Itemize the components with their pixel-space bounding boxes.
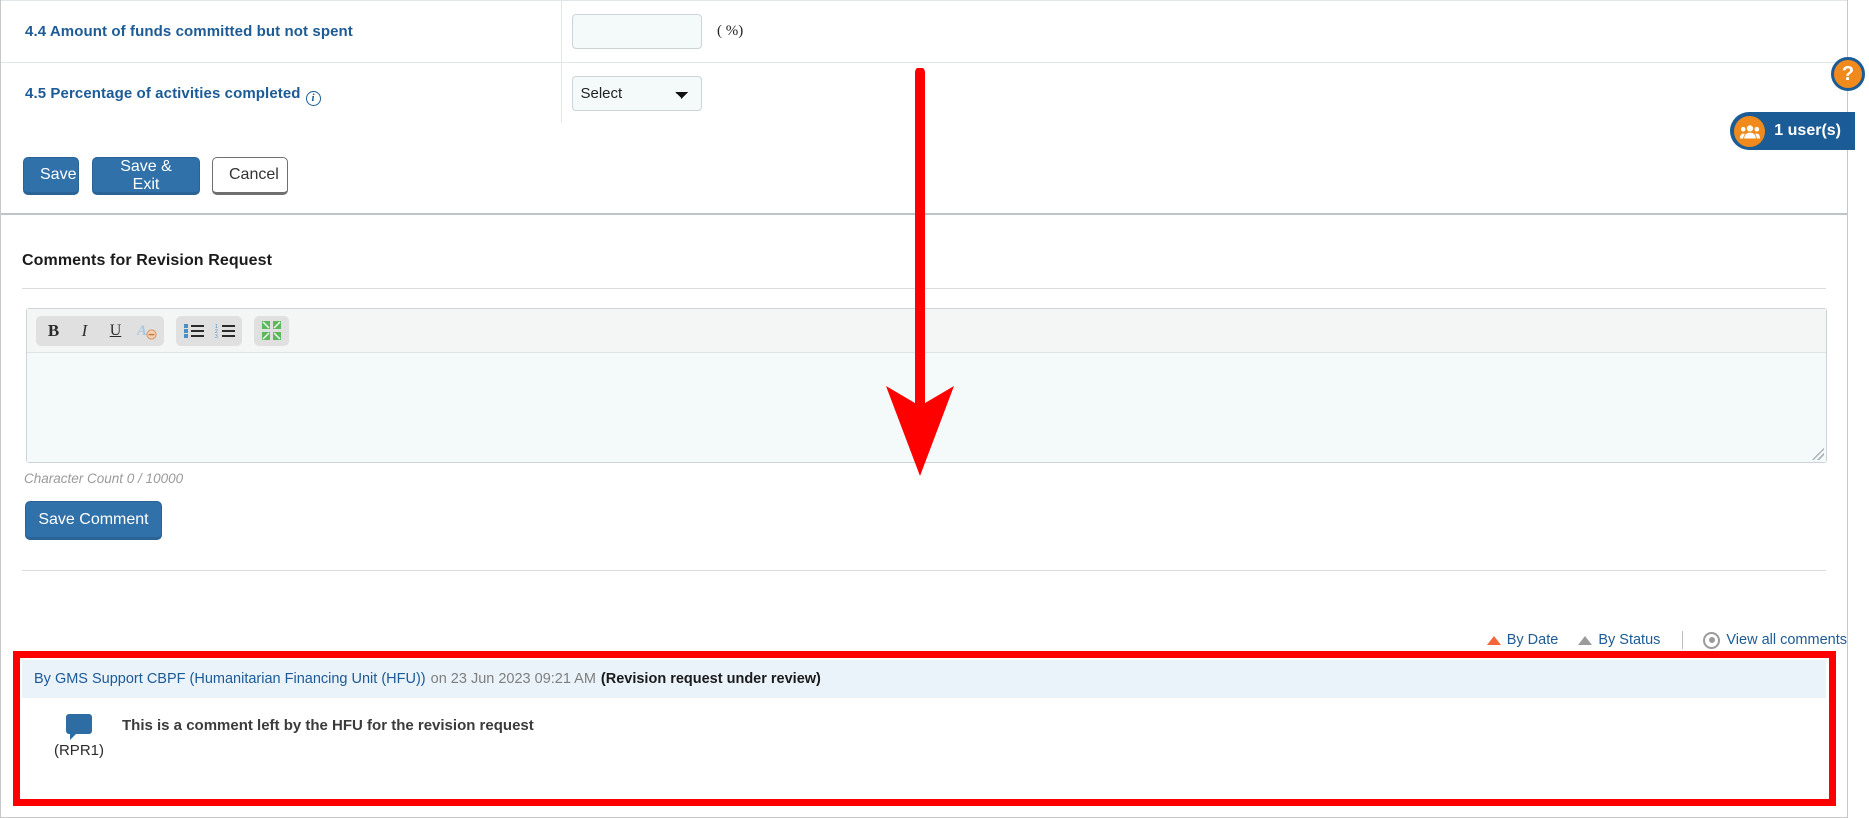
- svg-text:A: A: [137, 323, 147, 339]
- cancel-button[interactable]: Cancel: [212, 157, 288, 195]
- save-button[interactable]: Save: [23, 157, 79, 195]
- sort-by-date-label: By Date: [1506, 632, 1559, 648]
- field-label-4-5: 4.5 Percentage of activities completed: [25, 84, 301, 102]
- view-all-comments-link[interactable]: View all comments: [1703, 631, 1847, 649]
- comment-timestamp: on 23 Jun 2023 09:21 AM: [430, 671, 596, 687]
- sort-by-status-label: By Status: [1598, 632, 1661, 648]
- remove-format-icon[interactable]: A: [131, 317, 162, 344]
- form-section: 4.4 Amount of funds committed but not sp…: [1, 0, 1847, 125]
- italic-icon[interactable]: I: [69, 317, 100, 344]
- table-row: 4.4 Amount of funds committed but not sp…: [1, 0, 1847, 63]
- svg-text:3: 3: [215, 334, 218, 339]
- report-fields-table: 4.4 Amount of funds committed but not sp…: [1, 0, 1847, 125]
- comment-textarea[interactable]: [27, 353, 1826, 462]
- comments-section-title: Comments for Revision Request: [22, 252, 273, 269]
- save-exit-button[interactable]: Save & Exit: [92, 157, 200, 195]
- comment-reference-label: (RPR1): [53, 742, 104, 759]
- editor-toolbar-group-basic-styles: B I U A: [36, 315, 164, 346]
- underline-icon[interactable]: U: [100, 317, 131, 344]
- percent-suffix-4-4: ( %): [716, 23, 744, 39]
- field-label-cell-4-4: 4.4 Amount of funds committed but not sp…: [1, 0, 562, 63]
- character-count-label: Character Count 0 / 10000: [24, 471, 184, 486]
- active-users-badge[interactable]: 1 user(s): [1730, 112, 1855, 150]
- comment-status-badge: (Revision request under review): [600, 671, 821, 687]
- sort-by-status-link[interactable]: By Status: [1578, 632, 1660, 648]
- info-circle-icon[interactable]: i: [305, 90, 321, 106]
- section-divider-lower: [22, 570, 1826, 571]
- comment-icon-column: (RPR1): [38, 714, 120, 759]
- form-actions-bar: Save Save & Exit Cancel: [1, 123, 1847, 215]
- comment-item: By GMS Support CBPF (Humanitarian Financ…: [22, 660, 1826, 790]
- page-root: 4.4 Amount of funds committed but not sp…: [0, 0, 1869, 818]
- field-label-4-4: 4.4 Amount of funds committed but not sp…: [25, 22, 353, 40]
- comment-bubble-icon: [66, 714, 92, 740]
- section-divider: [22, 288, 1826, 289]
- field-control-cell-4-4: ( %): [561, 0, 921, 63]
- eye-icon: [1703, 631, 1721, 649]
- maximize-icon[interactable]: [256, 317, 287, 344]
- sort-ascending-icon: [1486, 635, 1501, 645]
- active-users-label: 1 user(s): [1774, 122, 1841, 139]
- comment-author: By GMS Support CBPF (Humanitarian Financ…: [34, 671, 426, 687]
- editor-toolbar-group-lists: 1 2 3: [176, 315, 242, 346]
- editor-toolbar-group-tools: [254, 315, 289, 346]
- numbered-list-icon[interactable]: 1 2 3: [209, 317, 240, 344]
- table-row: 4.5 Percentage of activities completed i …: [1, 62, 1847, 125]
- funds-committed-input[interactable]: [571, 14, 702, 49]
- users-group-icon: [1734, 115, 1766, 147]
- sort-by-date-link[interactable]: By Date: [1486, 632, 1559, 648]
- field-spacer-cell-4-4: [921, 0, 1847, 63]
- editor-toolbar: B I U A 1 2 3: [27, 309, 1826, 353]
- field-label-cell-4-5: 4.5 Percentage of activities completed i: [1, 62, 562, 125]
- field-control-cell-4-5: Select: [561, 62, 921, 125]
- save-comment-button[interactable]: Save Comment: [25, 501, 162, 540]
- resize-handle[interactable]: [1812, 448, 1824, 460]
- help-button[interactable]: ?: [1831, 57, 1865, 91]
- comment-body: (RPR1) This is a comment left by the HFU…: [22, 698, 1826, 759]
- sort-ascending-icon: [1578, 635, 1593, 645]
- comment-header: By GMS Support CBPF (Humanitarian Financ…: [22, 660, 1826, 698]
- activities-completed-select[interactable]: Select: [571, 76, 702, 111]
- comments-sort-bar: By Date By Status View all comments: [1467, 631, 1847, 649]
- bulleted-list-icon[interactable]: [178, 317, 209, 344]
- comment-text: This is a comment left by the HFU for th…: [122, 717, 534, 734]
- bold-icon[interactable]: B: [38, 317, 69, 344]
- question-mark-icon: ?: [1841, 62, 1855, 85]
- divider: [1682, 631, 1684, 649]
- comment-editor: B I U A 1 2 3: [26, 308, 1827, 463]
- view-all-comments-label: View all comments: [1726, 632, 1847, 648]
- field-spacer-cell-4-5: [921, 62, 1847, 125]
